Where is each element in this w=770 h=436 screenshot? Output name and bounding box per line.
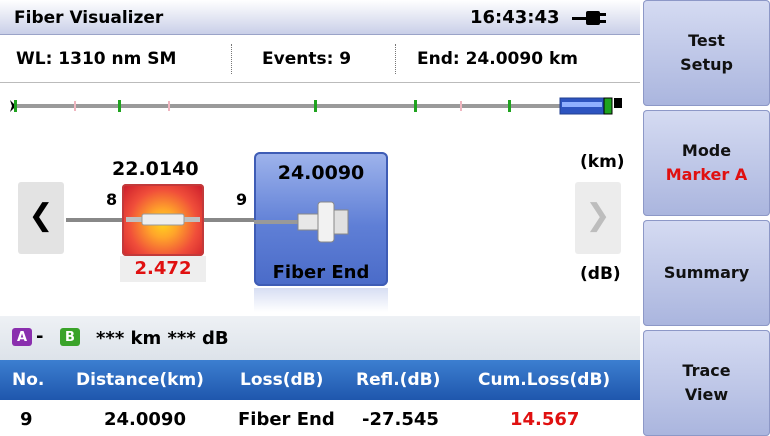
button-label-line: Mode [681, 141, 732, 160]
button-label-line: Setup [680, 55, 733, 74]
test-setup-button[interactable]: Test Setup [643, 0, 770, 106]
info-bar: WL: 1310 nm SM Events: 9 End: 24.0090 km [0, 36, 640, 83]
cell-number: 9 [20, 409, 33, 430]
event-distance: 24.0090 [277, 162, 365, 184]
column-header: Distance(km) [76, 370, 204, 390]
marker-b-icon: B [60, 328, 80, 346]
mode-button[interactable]: Mode Marker A [643, 110, 770, 216]
fiber-event-view: ❮ 22.0140 8 2.472 9 24.0090 Fiber End (k… [0, 126, 640, 316]
main-screen: Fiber Visualizer 16:43:43 WL: 1310 nm SM… [0, 0, 640, 436]
app-title: Fiber Visualizer [14, 8, 164, 28]
clock: 16:43:43 [470, 7, 560, 28]
divider [395, 44, 396, 74]
column-header: Refl.(dB) [356, 370, 441, 390]
splice-icon [126, 213, 200, 226]
column-header: Loss(dB) [240, 370, 324, 390]
event-loss: 2.472 [120, 256, 206, 282]
cell-loss: Fiber End [238, 409, 335, 430]
fiber-overview-bar[interactable] [0, 86, 640, 126]
chevron-left-icon: ❮ [28, 198, 54, 233]
previous-event-button[interactable]: ❮ [18, 182, 64, 254]
connector-icon [254, 201, 349, 243]
softkey-sidebar: Test Setup Mode Marker A Summary Trace V… [640, 0, 770, 436]
summary-button[interactable]: Summary [643, 220, 770, 326]
reflection-effect [254, 288, 388, 312]
event-distance: 22.0140 [112, 158, 199, 180]
marker-a-icon: A [12, 328, 32, 346]
wavelength-info: WL: 1310 nm SM [16, 49, 177, 69]
button-label-line: Test [688, 31, 725, 50]
event-type-label: Fiber End [272, 262, 370, 283]
event-table-header: No. Distance(km) Loss(dB) Refl.(dB) Cum.… [0, 360, 640, 400]
loss-event-icon[interactable] [122, 184, 204, 256]
loss-unit-label: (dB) [580, 264, 621, 284]
event-index-label: 8 [106, 190, 118, 209]
plug-icon [572, 11, 606, 25]
events-count: Events: 9 [262, 49, 352, 69]
mode-value: Marker A [665, 165, 748, 184]
button-label-line: View [684, 385, 729, 404]
cell-reflectance: -27.545 [362, 409, 439, 430]
marker-ab-readout: A - B *** km *** dB [0, 316, 640, 360]
fiber-end-distance: End: 24.0090 km [417, 49, 578, 69]
cell-cumulative-loss: 14.567 [510, 409, 580, 430]
fiber-end-event[interactable]: 24.0090 Fiber End [254, 152, 388, 286]
cell-distance: 24.0090 [104, 409, 186, 430]
button-label: Summary [663, 263, 750, 282]
marker-separator: - [36, 326, 44, 347]
title-bar: Fiber Visualizer 16:43:43 [0, 0, 640, 35]
button-label-line: Trace [682, 361, 731, 380]
trace-view-button[interactable]: Trace View [643, 330, 770, 436]
end-flag-icon [614, 98, 622, 108]
table-row[interactable]: 9 24.0090 Fiber End -27.545 14.567 [0, 400, 640, 436]
marker-ab-value: *** km *** dB [96, 328, 229, 349]
distance-unit-label: (km) [580, 152, 625, 172]
column-header: Cum.Loss(dB) [478, 370, 611, 390]
next-event-button[interactable]: ❯ [575, 182, 621, 254]
divider [231, 44, 232, 74]
column-header: No. [12, 370, 45, 390]
event-index-label: 9 [236, 190, 248, 209]
chevron-right-icon: ❯ [585, 198, 611, 233]
